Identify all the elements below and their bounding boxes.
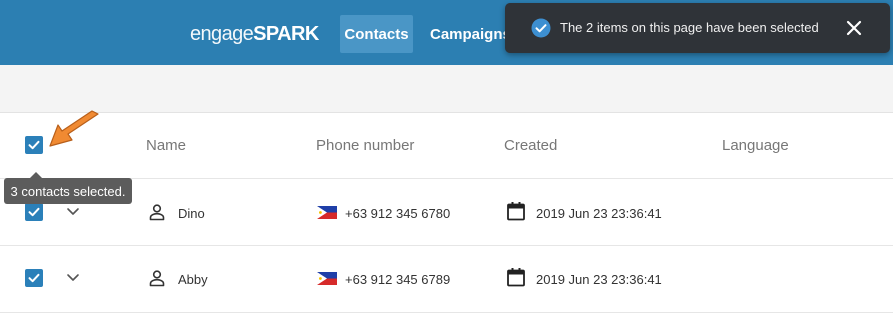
engagespark-logo[interactable]: engageSPARK <box>190 22 319 46</box>
nav-contacts[interactable]: Contacts <box>340 15 413 53</box>
select-all-checkbox[interactable] <box>25 136 43 154</box>
close-icon[interactable] <box>844 18 864 38</box>
row-checkbox[interactable] <box>25 269 43 287</box>
toolbar-area <box>0 65 893 112</box>
phone-number: +63 912 345 6780 <box>345 206 451 221</box>
column-header-name[interactable]: Name <box>146 137 186 154</box>
person-icon <box>149 204 165 221</box>
phone-number: +63 912 345 6789 <box>345 272 451 287</box>
selection-toast: The 2 items on this page have been selec… <box>505 3 890 53</box>
checkmark-icon <box>28 273 40 283</box>
row-checkbox[interactable] <box>25 203 43 221</box>
row-divider <box>0 312 893 313</box>
selection-tooltip: 3 contacts selected. <box>4 172 132 204</box>
logo-light-text: engage <box>190 23 254 45</box>
chevron-down-icon[interactable] <box>66 207 80 217</box>
checkmark-icon <box>28 140 40 150</box>
created-date: 2019 Jun 23 23:36:41 <box>536 272 662 287</box>
created-date: 2019 Jun 23 23:36:41 <box>536 206 662 221</box>
toast-message: The 2 items on this page have been selec… <box>560 20 819 35</box>
calendar-icon <box>507 268 525 287</box>
column-header-phone[interactable]: Phone number <box>316 137 414 154</box>
philippines-flag-icon <box>317 272 337 285</box>
checkmark-icon <box>28 207 40 217</box>
contact-name[interactable]: Abby <box>178 272 208 287</box>
contact-name[interactable]: Dino <box>178 206 205 221</box>
calendar-icon <box>507 202 525 221</box>
person-icon <box>149 270 165 287</box>
philippines-flag-icon <box>317 206 337 219</box>
annotation-arrow-icon <box>49 110 99 147</box>
logo-bold-text: SPARK <box>253 23 319 45</box>
chevron-down-icon[interactable] <box>66 273 80 283</box>
column-header-created[interactable]: Created <box>504 137 557 154</box>
row-divider <box>0 245 893 246</box>
column-header-language[interactable]: Language <box>722 137 789 154</box>
check-circle-icon <box>531 18 551 38</box>
nav-campaigns[interactable]: Campaigns <box>430 15 511 53</box>
row-divider <box>0 178 893 179</box>
